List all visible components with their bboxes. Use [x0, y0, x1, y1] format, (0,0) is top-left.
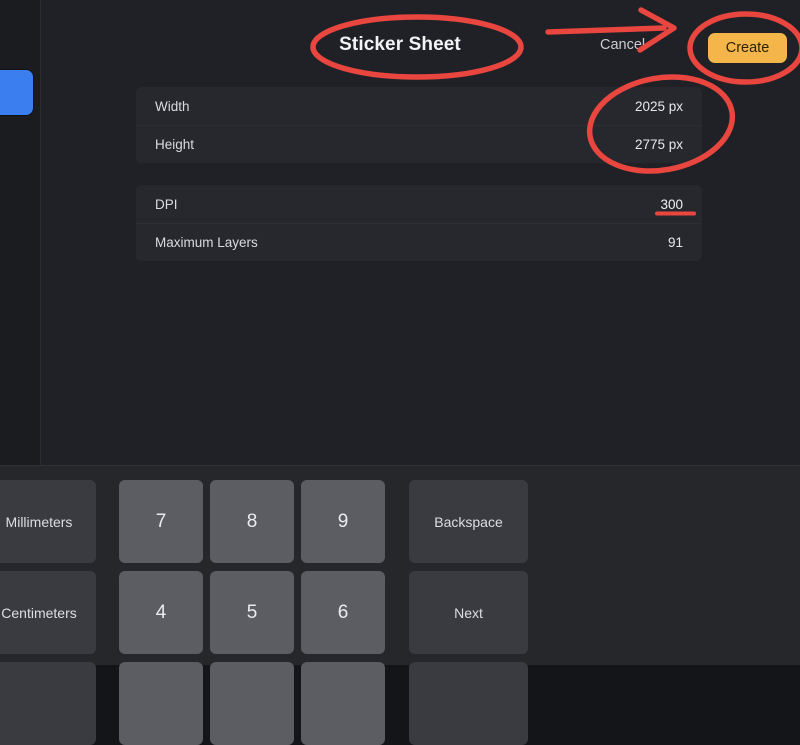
row-value: 2775 px — [634, 137, 683, 152]
row-label: Width — [155, 98, 190, 114]
key-millimeters[interactable]: Millimeters — [0, 480, 96, 563]
row-label: Maximum Layers — [155, 235, 258, 250]
key-7[interactable]: 7 — [119, 480, 203, 563]
color-swatch[interactable] — [0, 70, 33, 115]
row-dpi[interactable]: DPI 300 — [136, 185, 702, 223]
create-button[interactable]: Create — [708, 33, 787, 63]
row-value: 300 — [660, 196, 683, 212]
panel-divider — [40, 0, 41, 465]
dimensions-group: Width 2025 px Height 2775 px — [136, 87, 702, 163]
key-next[interactable]: Next — [409, 571, 528, 654]
key-1[interactable] — [119, 662, 203, 745]
key-backspace[interactable]: Backspace — [409, 480, 528, 563]
row-value: 91 — [667, 235, 683, 250]
key-2[interactable] — [210, 662, 294, 745]
row-label: Height — [155, 137, 195, 152]
row-maximum-layers[interactable]: Maximum Layers 91 — [136, 223, 702, 261]
page-title: Sticker Sheet — [339, 34, 461, 55]
cancel-button[interactable]: Cancel — [600, 37, 645, 53]
key-9[interactable]: 9 — [301, 480, 385, 563]
key-5[interactable]: 5 — [210, 571, 294, 654]
key-3[interactable] — [301, 662, 385, 745]
key-8[interactable]: 8 — [210, 480, 294, 563]
key-4[interactable]: 4 — [119, 571, 203, 654]
resolution-group: DPI 300 Maximum Layers 91 — [136, 185, 702, 261]
row-value: 2025 px — [634, 98, 683, 114]
key-return[interactable] — [409, 662, 528, 745]
row-width[interactable]: Width 2025 px — [136, 87, 702, 125]
row-height[interactable]: Height 2775 px — [136, 125, 702, 163]
key-inches[interactable] — [0, 662, 96, 745]
key-6[interactable]: 6 — [301, 571, 385, 654]
key-centimeters[interactable]: Centimeters — [0, 571, 96, 654]
row-label: DPI — [155, 196, 178, 212]
numeric-keypad: Millimeters Centimeters 7 8 9 Backspace … — [0, 465, 800, 745]
